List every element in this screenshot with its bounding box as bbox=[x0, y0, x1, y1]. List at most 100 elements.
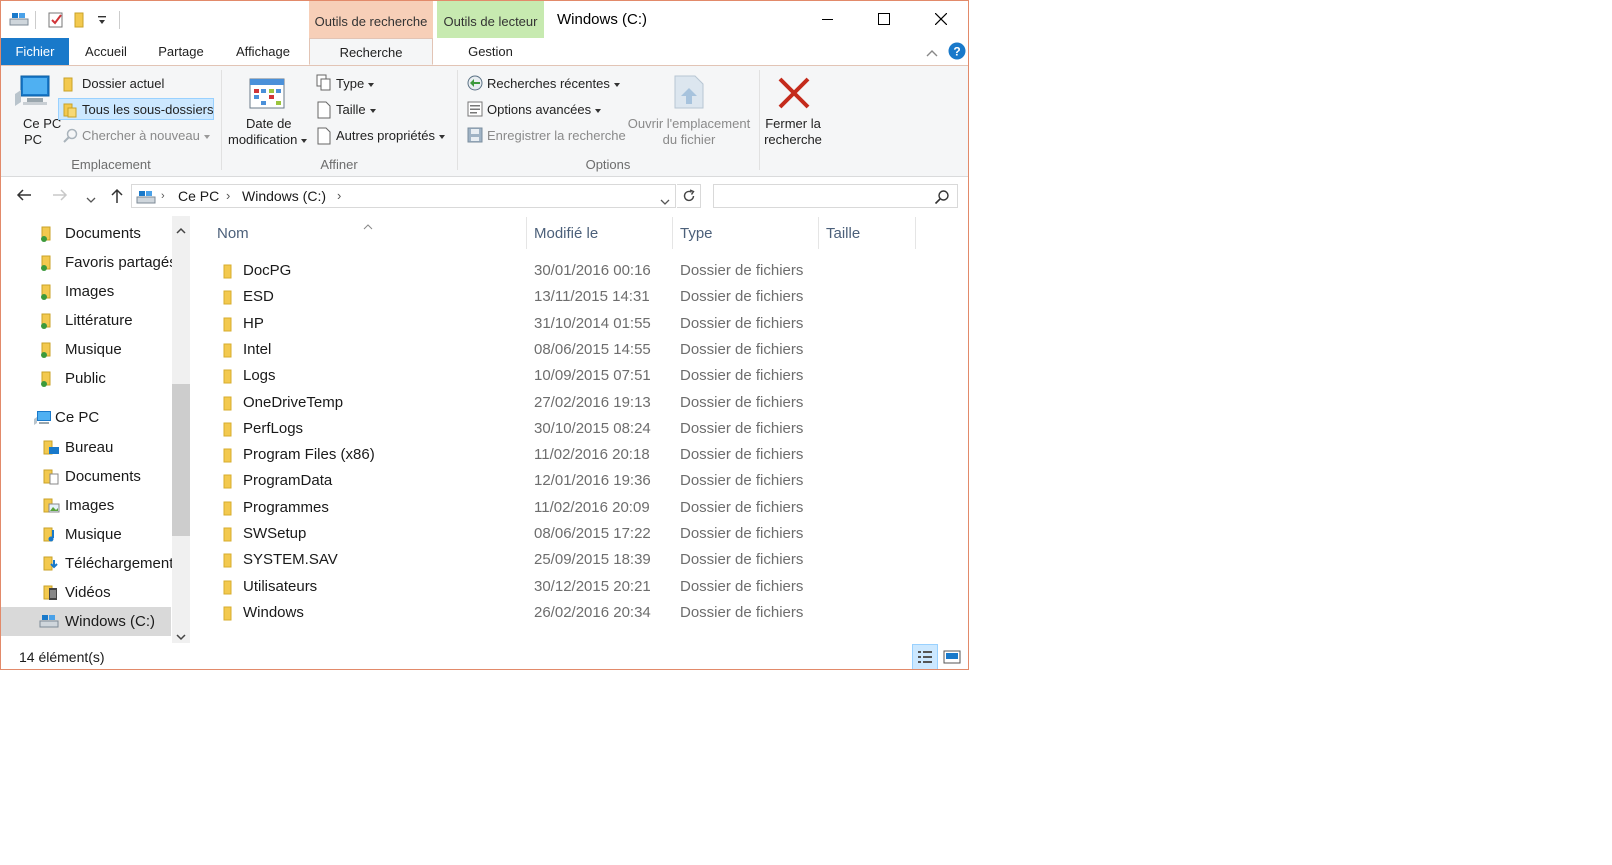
file-name: SWSetup bbox=[243, 525, 307, 542]
documents-folder-icon bbox=[43, 468, 61, 490]
nav-item-music[interactable]: Musique bbox=[1, 520, 171, 549]
file-modified: 08/06/2015 17:22 bbox=[534, 525, 651, 542]
open-file-location-button[interactable]: Ouvrir l'emplacement du fichier bbox=[627, 72, 751, 154]
table-row[interactable]: OneDriveTemp 27/02/2016 19:13 Dossier de f… bbox=[211, 390, 911, 416]
address-dropdown-button[interactable] bbox=[659, 193, 671, 209]
file-modified: 25/09/2015 18:39 bbox=[534, 551, 651, 569]
column-header-name[interactable]: Nom bbox=[217, 225, 249, 242]
nav-item-videos[interactable]: Vidéos bbox=[1, 578, 171, 607]
refresh-button[interactable] bbox=[677, 184, 701, 208]
drive-app-icon[interactable] bbox=[9, 11, 29, 30]
search-icon[interactable] bbox=[934, 189, 950, 208]
scrollbar-thumb[interactable] bbox=[172, 384, 190, 536]
drive-tools-context: Outils de lecteur bbox=[437, 1, 544, 38]
forward-button[interactable] bbox=[51, 187, 69, 206]
advanced-options-button[interactable]: Options avancées bbox=[487, 102, 602, 117]
maximize-button[interactable] bbox=[861, 1, 907, 37]
minimize-button[interactable] bbox=[805, 1, 851, 37]
table-row[interactable]: Intel 08/06/2015 14:55 Dossier de fichiers bbox=[211, 337, 911, 363]
file-type: Dossier de fichiers bbox=[680, 525, 804, 542]
other-properties-button[interactable]: Autres propriétés bbox=[336, 128, 445, 143]
table-row[interactable]: Logs 10/09/2015 07:51 Dossier de fichiers bbox=[211, 363, 911, 389]
nav-item-downloads[interactable]: Téléchargements bbox=[1, 549, 181, 578]
tab-home[interactable]: Accueil bbox=[73, 38, 139, 65]
breadcrumb-drive[interactable]: Windows (C:) bbox=[242, 188, 326, 204]
nav-scrollbar[interactable] bbox=[172, 216, 190, 643]
column-header-modified[interactable]: Modifié le bbox=[534, 225, 598, 242]
folder-icon bbox=[223, 396, 237, 416]
table-row[interactable]: Program Files (x86) 11/02/2016 20:18 Dossi… bbox=[211, 442, 911, 468]
nav-item-shared-favorites[interactable]: Favoris partagés bbox=[1, 248, 177, 277]
tab-view[interactable]: Affichage bbox=[223, 38, 303, 65]
table-row[interactable]: HP 31/10/2014 01:55 Dossier de fichiers bbox=[211, 311, 911, 337]
this-pc-button[interactable]: Ce PC PC bbox=[9, 72, 61, 152]
nav-item-label: Bureau bbox=[65, 439, 114, 456]
large-icons-view-icon bbox=[943, 650, 961, 664]
table-row[interactable]: ProgramData 12/01/2016 19:36 Dossier de fi… bbox=[211, 468, 911, 494]
tab-manage[interactable]: Gestion bbox=[437, 38, 544, 65]
shared-folder-icon bbox=[39, 254, 57, 276]
new-folder-icon[interactable] bbox=[73, 11, 89, 32]
large-icons-view-button[interactable] bbox=[939, 644, 965, 669]
file-name: PerfLogs bbox=[243, 419, 304, 437]
nav-item-label: Documents bbox=[65, 225, 141, 242]
table-row[interactable]: PerfLogs 30/10/2015 08:24 Dossier de fichi… bbox=[211, 416, 911, 442]
scroll-up-icon[interactable] bbox=[176, 222, 186, 238]
tab-file[interactable]: Fichier bbox=[1, 38, 69, 65]
nav-item-images-shared[interactable]: Images bbox=[1, 277, 171, 306]
scroll-down-icon[interactable] bbox=[176, 628, 186, 644]
table-row[interactable]: ESD 13/11/2015 14:31 Dossier de fichiers bbox=[211, 284, 911, 310]
details-view-button[interactable] bbox=[912, 644, 938, 669]
qat-dropdown-icon[interactable] bbox=[97, 13, 107, 29]
nav-item-literature[interactable]: Littérature bbox=[1, 306, 171, 335]
nav-item-documents-shared[interactable]: Documents bbox=[1, 219, 171, 248]
table-row[interactable]: Programmes 11/02/2016 20:09 Dossier de fic… bbox=[211, 495, 911, 521]
table-row[interactable]: DocPG 30/01/2016 00:16 Dossier de fichiers bbox=[211, 258, 911, 284]
tab-search[interactable]: Recherche bbox=[309, 38, 433, 65]
nav-item-label: Musique bbox=[65, 526, 122, 543]
column-header-type[interactable]: Type bbox=[680, 225, 713, 242]
collapse-ribbon-icon[interactable] bbox=[925, 45, 939, 61]
file-name: OneDriveTemp bbox=[243, 393, 344, 411]
drive-tools-label: Outils de lecteur bbox=[443, 14, 538, 29]
search-input[interactable] bbox=[718, 187, 932, 207]
table-row[interactable]: SYSTEM.SAV 25/09/2015 18:39 Dossier de fic… bbox=[211, 547, 911, 573]
recent-locations-button[interactable] bbox=[85, 191, 97, 207]
back-button[interactable] bbox=[15, 187, 33, 206]
nav-item-windows-c[interactable]: Windows (C:) bbox=[1, 607, 171, 636]
ribbon-search: Ce PC PC Dossier actuel Tous les sous-do… bbox=[1, 66, 968, 177]
close-search-label-1: Fermer la bbox=[765, 116, 821, 131]
search-again-button[interactable]: Chercher à nouveau bbox=[82, 128, 210, 143]
nav-item-this-pc[interactable]: Ce PC bbox=[1, 403, 171, 432]
properties-icon[interactable] bbox=[47, 11, 65, 32]
nav-item-public[interactable]: Public bbox=[1, 364, 171, 393]
table-row[interactable]: SWSetup 08/06/2015 17:22 Dossier de fichie… bbox=[211, 521, 911, 547]
file-name: HP bbox=[243, 314, 264, 332]
close-search-button[interactable]: Fermer la recherche bbox=[761, 72, 825, 154]
address-bar[interactable]: › Ce PC › Windows (C:) › bbox=[131, 184, 676, 208]
help-icon[interactable]: ? bbox=[948, 42, 966, 63]
type-button[interactable]: Type bbox=[336, 76, 375, 91]
table-row[interactable]: Utilisateurs 30/12/2015 20:21 Dossier de f… bbox=[211, 574, 911, 600]
save-search-button[interactable]: Enregistrer la recherche bbox=[487, 128, 626, 143]
sort-ascending-icon bbox=[363, 217, 373, 233]
file-type: Dossier de fichiers bbox=[680, 288, 804, 306]
nav-item-music-shared[interactable]: Musique bbox=[1, 335, 171, 364]
maximize-icon bbox=[878, 13, 890, 25]
breadcrumb-this-pc[interactable]: Ce PC bbox=[178, 188, 219, 204]
nav-item-label: Favoris partagés bbox=[65, 254, 177, 271]
nav-item-documents[interactable]: Documents bbox=[1, 462, 171, 491]
recent-searches-button[interactable]: Recherches récentes bbox=[487, 76, 620, 91]
search-again-icon bbox=[63, 128, 79, 147]
up-button[interactable] bbox=[109, 187, 125, 208]
column-header-size[interactable]: Taille bbox=[826, 225, 860, 242]
table-row[interactable]: Windows 26/02/2016 20:34 Dossier de fichie… bbox=[211, 600, 911, 626]
nav-item-images[interactable]: Images bbox=[1, 491, 171, 520]
close-button[interactable] bbox=[918, 1, 964, 37]
size-button[interactable]: Taille bbox=[336, 102, 376, 117]
nav-item-desktop[interactable]: Bureau bbox=[1, 433, 171, 462]
date-modified-button[interactable]: Date de modification bbox=[225, 72, 311, 154]
folder-icon bbox=[223, 369, 237, 389]
tab-share[interactable]: Partage bbox=[147, 38, 215, 65]
current-folder-button[interactable]: Dossier actuel bbox=[82, 76, 164, 91]
